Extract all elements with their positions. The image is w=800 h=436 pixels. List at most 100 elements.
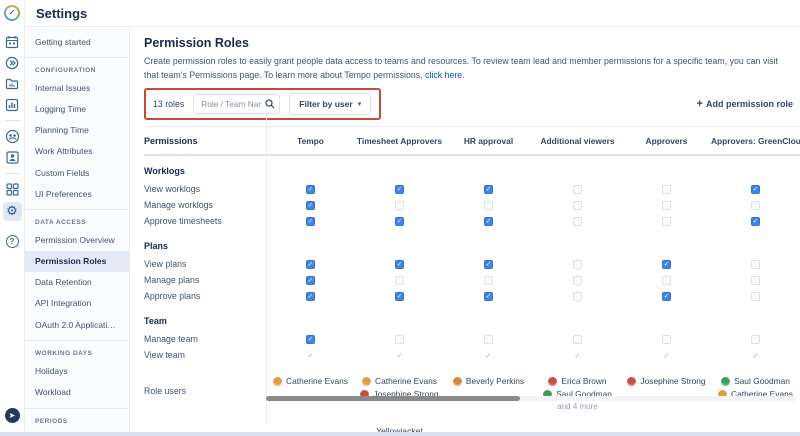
permission-checkbox[interactable]: ✓ bbox=[395, 185, 404, 194]
permission-checkbox[interactable]: ✓ bbox=[484, 260, 493, 269]
permission-checkbox[interactable]: ✓ bbox=[395, 217, 404, 226]
checkbox-cell bbox=[622, 213, 711, 229]
permission-row-label-manage-team: Manage team bbox=[144, 331, 266, 347]
permission-checkbox[interactable] bbox=[751, 201, 760, 210]
checkbox-cell: ✓ bbox=[355, 288, 444, 304]
permission-checkbox[interactable] bbox=[662, 185, 671, 194]
permission-checkbox[interactable]: ✓ bbox=[662, 292, 671, 301]
checkbox-cell bbox=[622, 197, 711, 213]
user-name: Josephine Strong bbox=[640, 376, 705, 386]
permission-checkbox[interactable] bbox=[662, 335, 671, 344]
checkbox-cell: ✓ bbox=[444, 288, 533, 304]
permission-checkbox[interactable]: ✓ bbox=[306, 201, 315, 210]
permission-checkbox[interactable] bbox=[751, 276, 760, 285]
permission-checkbox[interactable]: ✓ bbox=[306, 335, 315, 344]
permission-checkbox[interactable] bbox=[484, 335, 493, 344]
permission-checkbox[interactable] bbox=[573, 276, 582, 285]
sidebar-item-holidays[interactable]: Holidays bbox=[25, 360, 129, 381]
permission-checkbox[interactable] bbox=[573, 201, 582, 210]
checkbox-cell bbox=[711, 272, 800, 288]
add-permission-role-button[interactable]: + Add permission role bbox=[697, 99, 793, 110]
permission-checkbox[interactable] bbox=[662, 276, 671, 285]
chart-icon[interactable] bbox=[4, 96, 21, 113]
calendar-icon[interactable] bbox=[4, 33, 21, 50]
nav-section-header: DATA ACCESS bbox=[25, 213, 129, 229]
role-column-header-tempo: Tempo bbox=[266, 129, 355, 156]
click-here-link[interactable]: click here bbox=[425, 70, 462, 80]
help-icon[interactable]: ? bbox=[4, 233, 21, 250]
bottom-edge-strip bbox=[0, 432, 800, 436]
sidebar-item-ui-preferences[interactable]: UI Preferences bbox=[25, 183, 129, 204]
role-users-label: Role users bbox=[144, 386, 266, 396]
permission-checkbox[interactable]: ✓ bbox=[751, 217, 760, 226]
tempo-logo-icon[interactable] bbox=[4, 5, 20, 21]
sidebar-item-internal-issues[interactable]: Internal Issues bbox=[25, 77, 129, 98]
permission-checkbox[interactable]: ✓ bbox=[395, 260, 404, 269]
gear-glyph: ⚙ bbox=[6, 205, 18, 218]
checkbox-cell bbox=[533, 197, 622, 213]
permission-checkbox[interactable]: ✓ bbox=[306, 217, 315, 226]
sidebar-item-workload[interactable]: Workload bbox=[25, 381, 129, 402]
checkbox-cell: ✓ bbox=[444, 181, 533, 197]
checkbox-cell bbox=[533, 213, 622, 229]
permission-checkbox[interactable] bbox=[573, 260, 582, 269]
permission-checkbox[interactable] bbox=[751, 292, 760, 301]
permission-checkbox[interactable] bbox=[573, 217, 582, 226]
permission-checkbox[interactable] bbox=[484, 201, 493, 210]
permission-checkbox[interactable]: ✓ bbox=[662, 260, 671, 269]
quick-send-icon[interactable]: ➤ bbox=[4, 407, 21, 424]
permission-checkbox[interactable] bbox=[573, 335, 582, 344]
sidebar-item-planning-time[interactable]: Planning Time bbox=[25, 120, 129, 141]
more-users-link[interactable]: and 4 more bbox=[557, 402, 597, 411]
folder-reports-icon[interactable] bbox=[4, 75, 21, 92]
sidebar-item-oauth-2-0-applications[interactable]: OAuth 2.0 Applications bbox=[25, 314, 129, 335]
permission-checkbox[interactable] bbox=[484, 276, 493, 285]
sidebar-item-permission-roles[interactable]: Permission Roles bbox=[25, 251, 129, 272]
permission-checkbox[interactable] bbox=[751, 260, 760, 269]
nav-section: CONFIGURATIONInternal IssuesLogging Time… bbox=[25, 57, 129, 204]
role-column-header-timesheet-approvers: Timesheet Approvers bbox=[355, 129, 444, 156]
permission-checkbox[interactable]: ✓ bbox=[306, 260, 315, 269]
sidebar-item-custom-fields[interactable]: Custom Fields bbox=[25, 162, 129, 183]
checkbox-cell: ✓ bbox=[266, 331, 355, 347]
scrollbar-thumb[interactable] bbox=[266, 396, 520, 401]
permission-checkbox[interactable] bbox=[662, 217, 671, 226]
user-name: Saul Goodman bbox=[734, 376, 790, 386]
checkbox-cell bbox=[444, 331, 533, 347]
permission-checkbox[interactable]: ✓ bbox=[306, 292, 315, 301]
permission-checkbox[interactable]: ✓ bbox=[306, 276, 315, 285]
permission-checkbox[interactable] bbox=[573, 292, 582, 301]
forward-chevrons-icon[interactable] bbox=[4, 54, 21, 71]
filter-by-user-button[interactable]: Filter by user ▾ bbox=[289, 93, 371, 115]
avatar bbox=[362, 377, 371, 386]
permission-checkbox[interactable] bbox=[395, 201, 404, 210]
sidebar-item-data-retention[interactable]: Data Retention bbox=[25, 272, 129, 293]
roles-toolbar: 13 roles Filter by user ▾ + Add permissi… bbox=[144, 88, 800, 127]
teams-icon[interactable] bbox=[4, 128, 21, 145]
permission-checkbox[interactable] bbox=[573, 185, 582, 194]
permission-checkbox[interactable] bbox=[395, 276, 404, 285]
sidebar-item-api-integration[interactable]: API Integration bbox=[25, 293, 129, 314]
permission-checkbox[interactable]: ✓ bbox=[306, 185, 315, 194]
permission-checkbox[interactable] bbox=[751, 335, 760, 344]
permission-checkbox[interactable] bbox=[662, 201, 671, 210]
settings-gear-icon[interactable]: ⚙ bbox=[3, 202, 22, 221]
permission-checkbox[interactable]: ✓ bbox=[484, 217, 493, 226]
sidebar-item-permission-overview[interactable]: Permission Overview bbox=[25, 229, 129, 250]
avatar bbox=[453, 377, 462, 386]
checkbox-cell: ✓ bbox=[533, 347, 622, 363]
permission-checkbox[interactable]: ✓ bbox=[751, 185, 760, 194]
permission-checkbox[interactable] bbox=[395, 335, 404, 344]
permission-checkbox[interactable]: ✓ bbox=[395, 292, 404, 301]
permission-row-label-approve-plans: Approve plans bbox=[144, 288, 266, 304]
sidebar-item-logging-time[interactable]: Logging Time bbox=[25, 98, 129, 119]
apps-grid-icon[interactable] bbox=[4, 181, 21, 198]
sidebar-item-getting-started[interactable]: Getting started bbox=[25, 31, 129, 52]
checkbox-cell bbox=[444, 197, 533, 213]
horizontal-scrollbar[interactable] bbox=[266, 396, 796, 401]
role-users-cell: Saul GoodmanCatherine Evans bbox=[711, 363, 800, 418]
sidebar-item-work-attributes[interactable]: Work Attributes bbox=[25, 141, 129, 162]
user-card-icon[interactable] bbox=[4, 149, 21, 166]
permission-checkbox[interactable]: ✓ bbox=[484, 292, 493, 301]
permission-checkbox[interactable]: ✓ bbox=[484, 185, 493, 194]
